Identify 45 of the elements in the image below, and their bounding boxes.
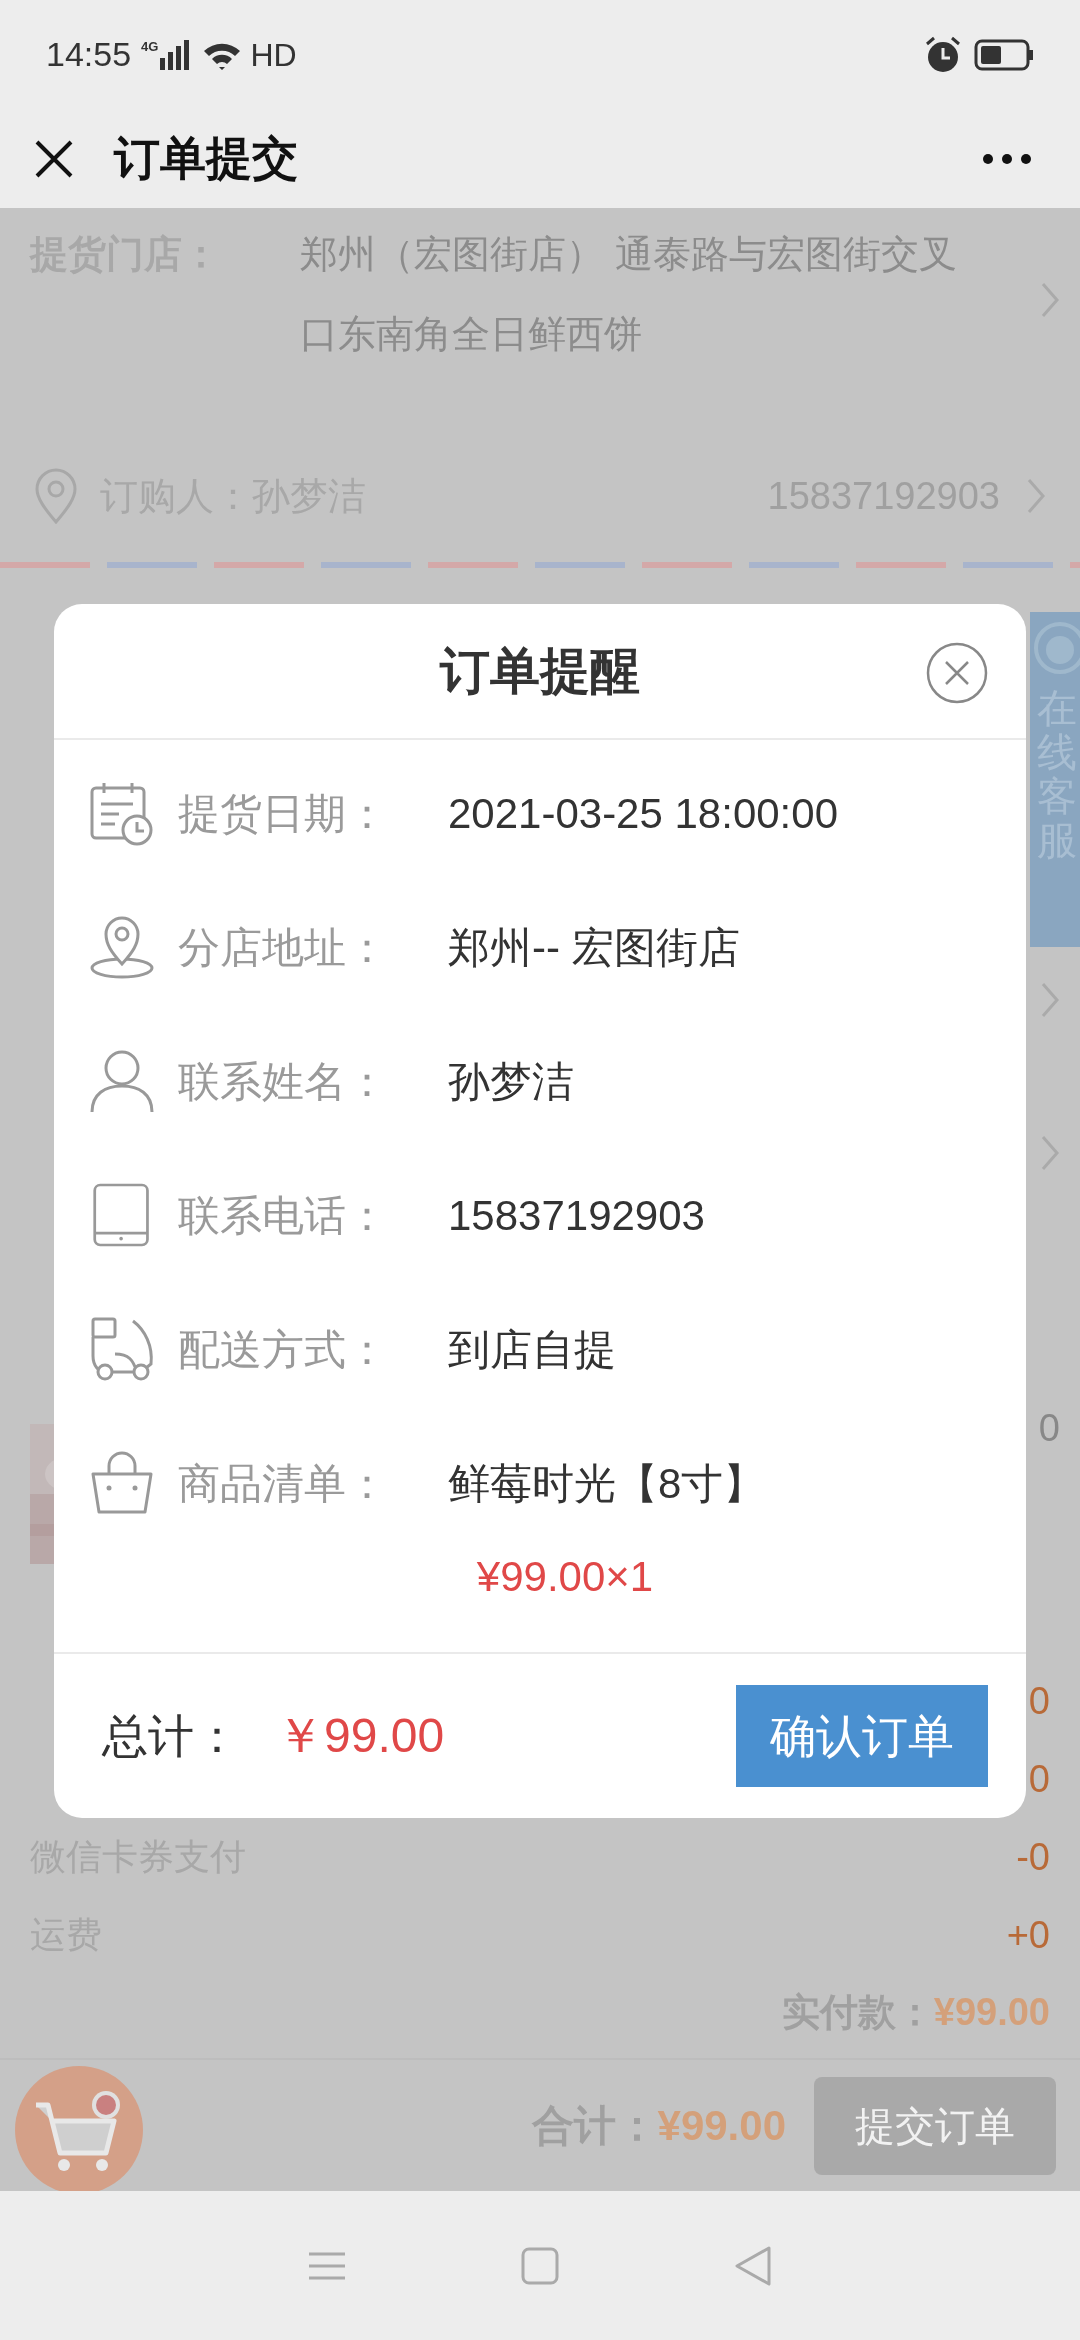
summary-value: +0 [1006,1912,1050,1958]
submit-order-button[interactable]: 提交订单 [814,2076,1056,2175]
summary-value: 0 [1028,1678,1050,1724]
menu-icon[interactable] [307,2250,347,2281]
product-price: 0 [1038,1405,1060,1451]
more-icon[interactable] [982,152,1032,165]
location-pin-icon [34,468,78,525]
paid-amount: ¥99.00 [933,1989,1050,2035]
dialog-title: 订单提醒 [440,641,640,701]
status-time: 14:55 [46,34,132,76]
store-address: 郑州（宏图街店） 通泰路与宏图街交叉 [300,232,957,278]
field-value: 15837192903 [448,1190,705,1241]
alarm-icon [924,35,962,74]
store-address: 口东南角全日鲜西饼 [300,312,643,358]
scooter-icon [89,1316,155,1382]
person-icon [89,1048,155,1114]
field-label: 联系电话： [178,1190,389,1241]
close-icon[interactable] [34,138,74,179]
dialog-total-amount: ￥99.00 [276,1708,445,1764]
back-icon[interactable] [733,2244,773,2287]
field-label: 配送方式： [178,1324,389,1375]
field-value: 到店自提 [448,1324,616,1375]
battery-icon [974,38,1034,71]
field-label: 提货日期： [178,788,389,839]
field-value: 孙梦洁 [448,1056,574,1107]
field-label: 商品清单： [178,1458,389,1509]
network-label: 4G [141,39,159,53]
field-value: 2021-03-25 18:00:00 [448,788,838,839]
field-label: 分店地址： [178,922,389,973]
dialog-total-label: 总计： [102,1708,240,1764]
summary-value: 0 [1028,1756,1050,1802]
confirm-order-button[interactable]: 确认订单 [736,1685,988,1787]
total-amount: ¥99.00 [657,2101,786,2152]
field-value: 郑州-- 宏图街店 [448,922,740,973]
page-title: 订单提交 [114,131,298,187]
field-label: 联系姓名： [178,1056,389,1107]
home-icon[interactable] [521,2246,559,2285]
hd-label: HD [250,35,297,75]
field-value: 鲜莓时光【8寸】 [448,1458,766,1509]
summary-value: -0 [1016,1834,1050,1880]
location-pin-icon [89,914,155,980]
calendar-clock-icon [89,780,155,846]
item-price: ¥99.00×1 [476,1552,654,1602]
signal-icon [160,39,191,70]
shopping-bag-icon [89,1450,155,1516]
